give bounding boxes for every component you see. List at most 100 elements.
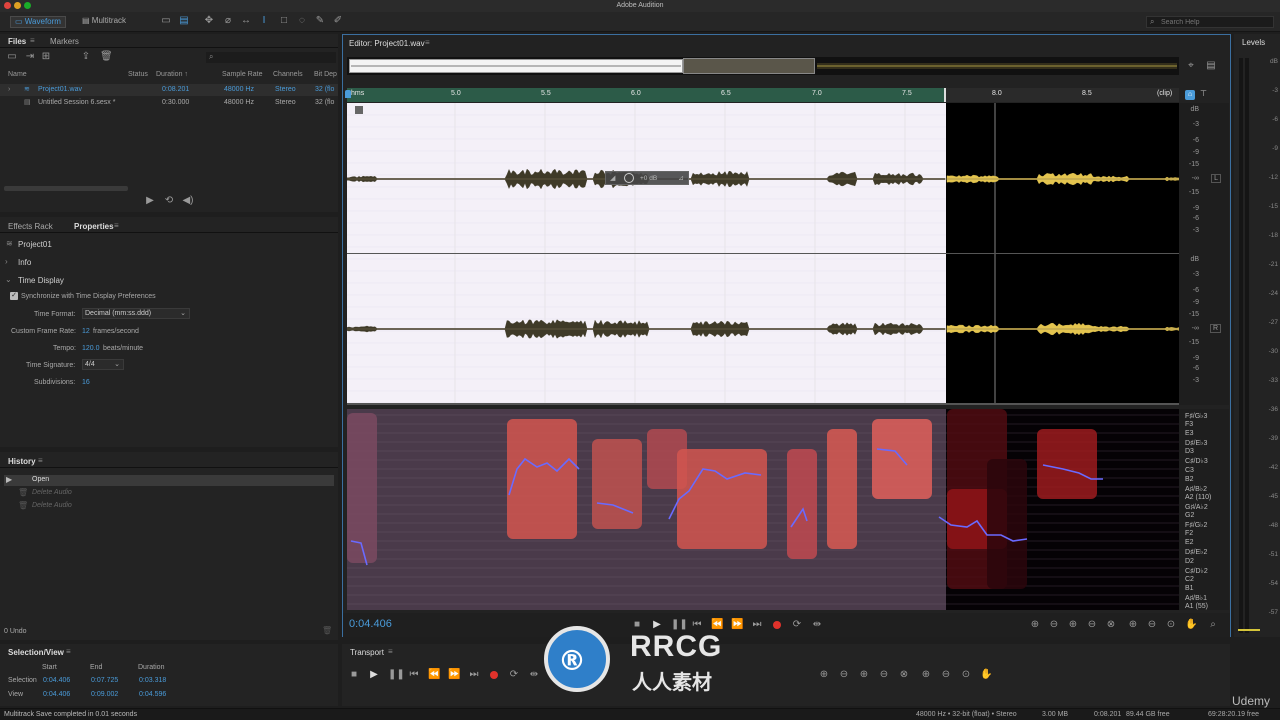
view-duration[interactable]: 0:04.596: [139, 691, 166, 698]
expand-arrow-icon[interactable]: ›: [5, 257, 8, 266]
insert-multitrack-icon[interactable]: ⇪: [80, 52, 92, 62]
tempo-value[interactable]: 120.0: [82, 345, 100, 352]
next-icon[interactable]: ⏭: [468, 670, 480, 680]
open-file-icon[interactable]: ▭: [6, 52, 18, 62]
col-name[interactable]: Name: [8, 71, 27, 78]
zoom-out-point-icon[interactable]: ⊖: [1146, 620, 1158, 630]
spectral-pitch-display[interactable]: [347, 409, 1179, 610]
search-help-box[interactable]: ⌕: [1146, 16, 1274, 28]
selection-end[interactable]: 0:07.725: [91, 677, 118, 684]
snap-icon[interactable]: ⌂: [1185, 90, 1195, 100]
zoom-out-point-icon[interactable]: ⊖: [940, 670, 952, 680]
record-icon[interactable]: [490, 671, 498, 679]
frame-rate-value[interactable]: 12: [82, 328, 90, 335]
zoom-in-point-icon[interactable]: ⊕: [1127, 620, 1139, 630]
current-time-display[interactable]: 0:04.406: [349, 618, 392, 630]
previous-icon[interactable]: ⏮: [408, 670, 420, 680]
view-start[interactable]: 0:04.406: [43, 691, 70, 698]
list-item[interactable]: 🗑 Delete Audio: [4, 501, 334, 512]
new-file-icon[interactable]: ⊞: [40, 52, 52, 62]
razor-tool-icon[interactable]: ⌀: [222, 16, 234, 26]
subdivisions-value[interactable]: 16: [82, 379, 90, 386]
pin-icon[interactable]: ⊤: [1200, 89, 1207, 98]
search-help-input[interactable]: [1161, 17, 1269, 27]
lasso-tool-icon[interactable]: ◌: [296, 16, 308, 26]
tab-properties[interactable]: Properties: [74, 222, 114, 231]
zoom-tool-icon[interactable]: ⌕: [1207, 620, 1219, 630]
zoom-in-time-icon[interactable]: ⊕: [1067, 620, 1079, 630]
selection-duration[interactable]: 0:03.318: [139, 677, 166, 684]
spectral-divider-handle[interactable]: [347, 403, 1179, 405]
hybrid-display-toggle-icon[interactable]: [355, 106, 363, 114]
close-window-button[interactable]: [4, 2, 11, 9]
zoom-out-full-icon[interactable]: ⊗: [1105, 620, 1117, 630]
marquee-tool-icon[interactable]: □: [278, 16, 290, 26]
list-item[interactable]: 🗑 Delete Audio: [4, 488, 334, 499]
play-icon[interactable]: ▶: [368, 670, 380, 680]
tab-multitrack[interactable]: ▤ Multitrack: [78, 16, 130, 28]
zoom-in-amplitude-icon[interactable]: ⊕: [818, 670, 830, 680]
fast-forward-icon[interactable]: ⏩: [448, 670, 460, 680]
zoom-in-amplitude-icon[interactable]: ⊕: [1029, 620, 1041, 630]
record-icon[interactable]: [773, 621, 781, 629]
col-bit-depth[interactable]: Bit Dep: [314, 71, 337, 78]
play-preview-icon[interactable]: ▶: [144, 196, 156, 206]
move-tool-icon[interactable]: ✥: [203, 16, 215, 26]
zoom-window-button[interactable]: [24, 2, 31, 9]
zoom-out-amplitude-icon[interactable]: ⊖: [1048, 620, 1060, 630]
zoom-out-time-icon[interactable]: ⊖: [878, 670, 890, 680]
table-row[interactable]: › ≋ Project01.wav 0:08.201 48000 Hz Ster…: [0, 84, 338, 96]
zoom-selection-icon[interactable]: ⊙: [1165, 620, 1177, 630]
sync-checkbox[interactable]: ✓: [10, 292, 18, 300]
panel-menu-icon[interactable]: ≡: [30, 36, 35, 45]
skip-selection-icon[interactable]: ⇹: [528, 670, 540, 680]
rewind-icon[interactable]: ⏪: [428, 670, 440, 680]
spot-healing-tool-icon[interactable]: ✐: [332, 16, 344, 26]
section-info[interactable]: Info: [18, 258, 31, 267]
hand-icon[interactable]: ✋: [980, 670, 992, 680]
skip-selection-icon[interactable]: ⇹: [811, 620, 823, 630]
hand-icon[interactable]: ✋: [1185, 620, 1197, 630]
time-format-dropdown[interactable]: Decimal (mm:ss.ddd) ⌄: [82, 308, 190, 319]
overview-bar[interactable]: [347, 57, 1179, 75]
waveform-display-icon[interactable]: ▭: [160, 16, 172, 26]
spectral-display-icon[interactable]: ▤: [178, 16, 190, 26]
hud-volume-control[interactable]: ◢ +0 dB ⊿: [605, 171, 689, 185]
col-status[interactable]: Status: [128, 71, 148, 78]
zoom-out-time-icon[interactable]: ⊖: [1086, 620, 1098, 630]
panel-menu-icon[interactable]: ≡: [66, 647, 71, 656]
import-file-icon[interactable]: ⇥: [24, 52, 36, 62]
waveform-area[interactable]: ◢ +0 dB ⊿: [347, 103, 1179, 405]
col-channels[interactable]: Channels: [273, 71, 303, 78]
slip-tool-icon[interactable]: ↔: [240, 16, 252, 26]
selection-end-marker[interactable]: [944, 88, 946, 102]
loop-icon[interactable]: ⟳: [791, 620, 803, 630]
time-ruler[interactable]: hms 5.0 5.5 6.0 6.5 7.0 7.5 8.0 8.5 (cli…: [345, 88, 1179, 102]
horizontal-scrollbar[interactable]: [4, 186, 128, 191]
loop-preview-icon[interactable]: ⟲: [163, 196, 175, 206]
zoom-in-time-icon[interactable]: ⊕: [858, 670, 870, 680]
panel-options-icon[interactable]: ▤: [1205, 61, 1217, 71]
delete-file-icon[interactable]: 🗑: [100, 52, 113, 62]
playhead-marker[interactable]: [345, 90, 351, 98]
tab-effects-rack[interactable]: Effects Rack: [8, 222, 53, 231]
tab-files[interactable]: Files: [8, 37, 26, 46]
table-row[interactable]: ▤ Untitled Session 6.sesx * 0:30.000 480…: [0, 97, 338, 109]
loop-icon[interactable]: ⟳: [508, 670, 520, 680]
minimize-window-button[interactable]: [14, 2, 21, 9]
expand-arrow-icon[interactable]: ›: [8, 86, 10, 93]
collapse-arrow-icon[interactable]: ⌄: [5, 275, 12, 284]
view-end[interactable]: 0:09.002: [91, 691, 118, 698]
list-item[interactable]: ▶ Open: [4, 475, 334, 486]
tab-waveform[interactable]: ▭ Waveform: [10, 16, 66, 28]
pause-icon[interactable]: ❚❚: [388, 670, 405, 680]
stop-icon[interactable]: ■: [348, 670, 360, 680]
hud-volume-knob-icon[interactable]: [624, 173, 634, 183]
next-icon[interactable]: ⏭: [751, 620, 763, 630]
panel-menu-icon[interactable]: ≡: [114, 221, 119, 230]
zoom-out-amplitude-icon[interactable]: ⊖: [838, 670, 850, 680]
zoom-selection-icon[interactable]: ⊙: [960, 670, 972, 680]
col-sample-rate[interactable]: Sample Rate: [222, 71, 262, 78]
col-duration[interactable]: Duration ↑: [156, 71, 188, 78]
section-time-display[interactable]: Time Display: [18, 276, 64, 285]
